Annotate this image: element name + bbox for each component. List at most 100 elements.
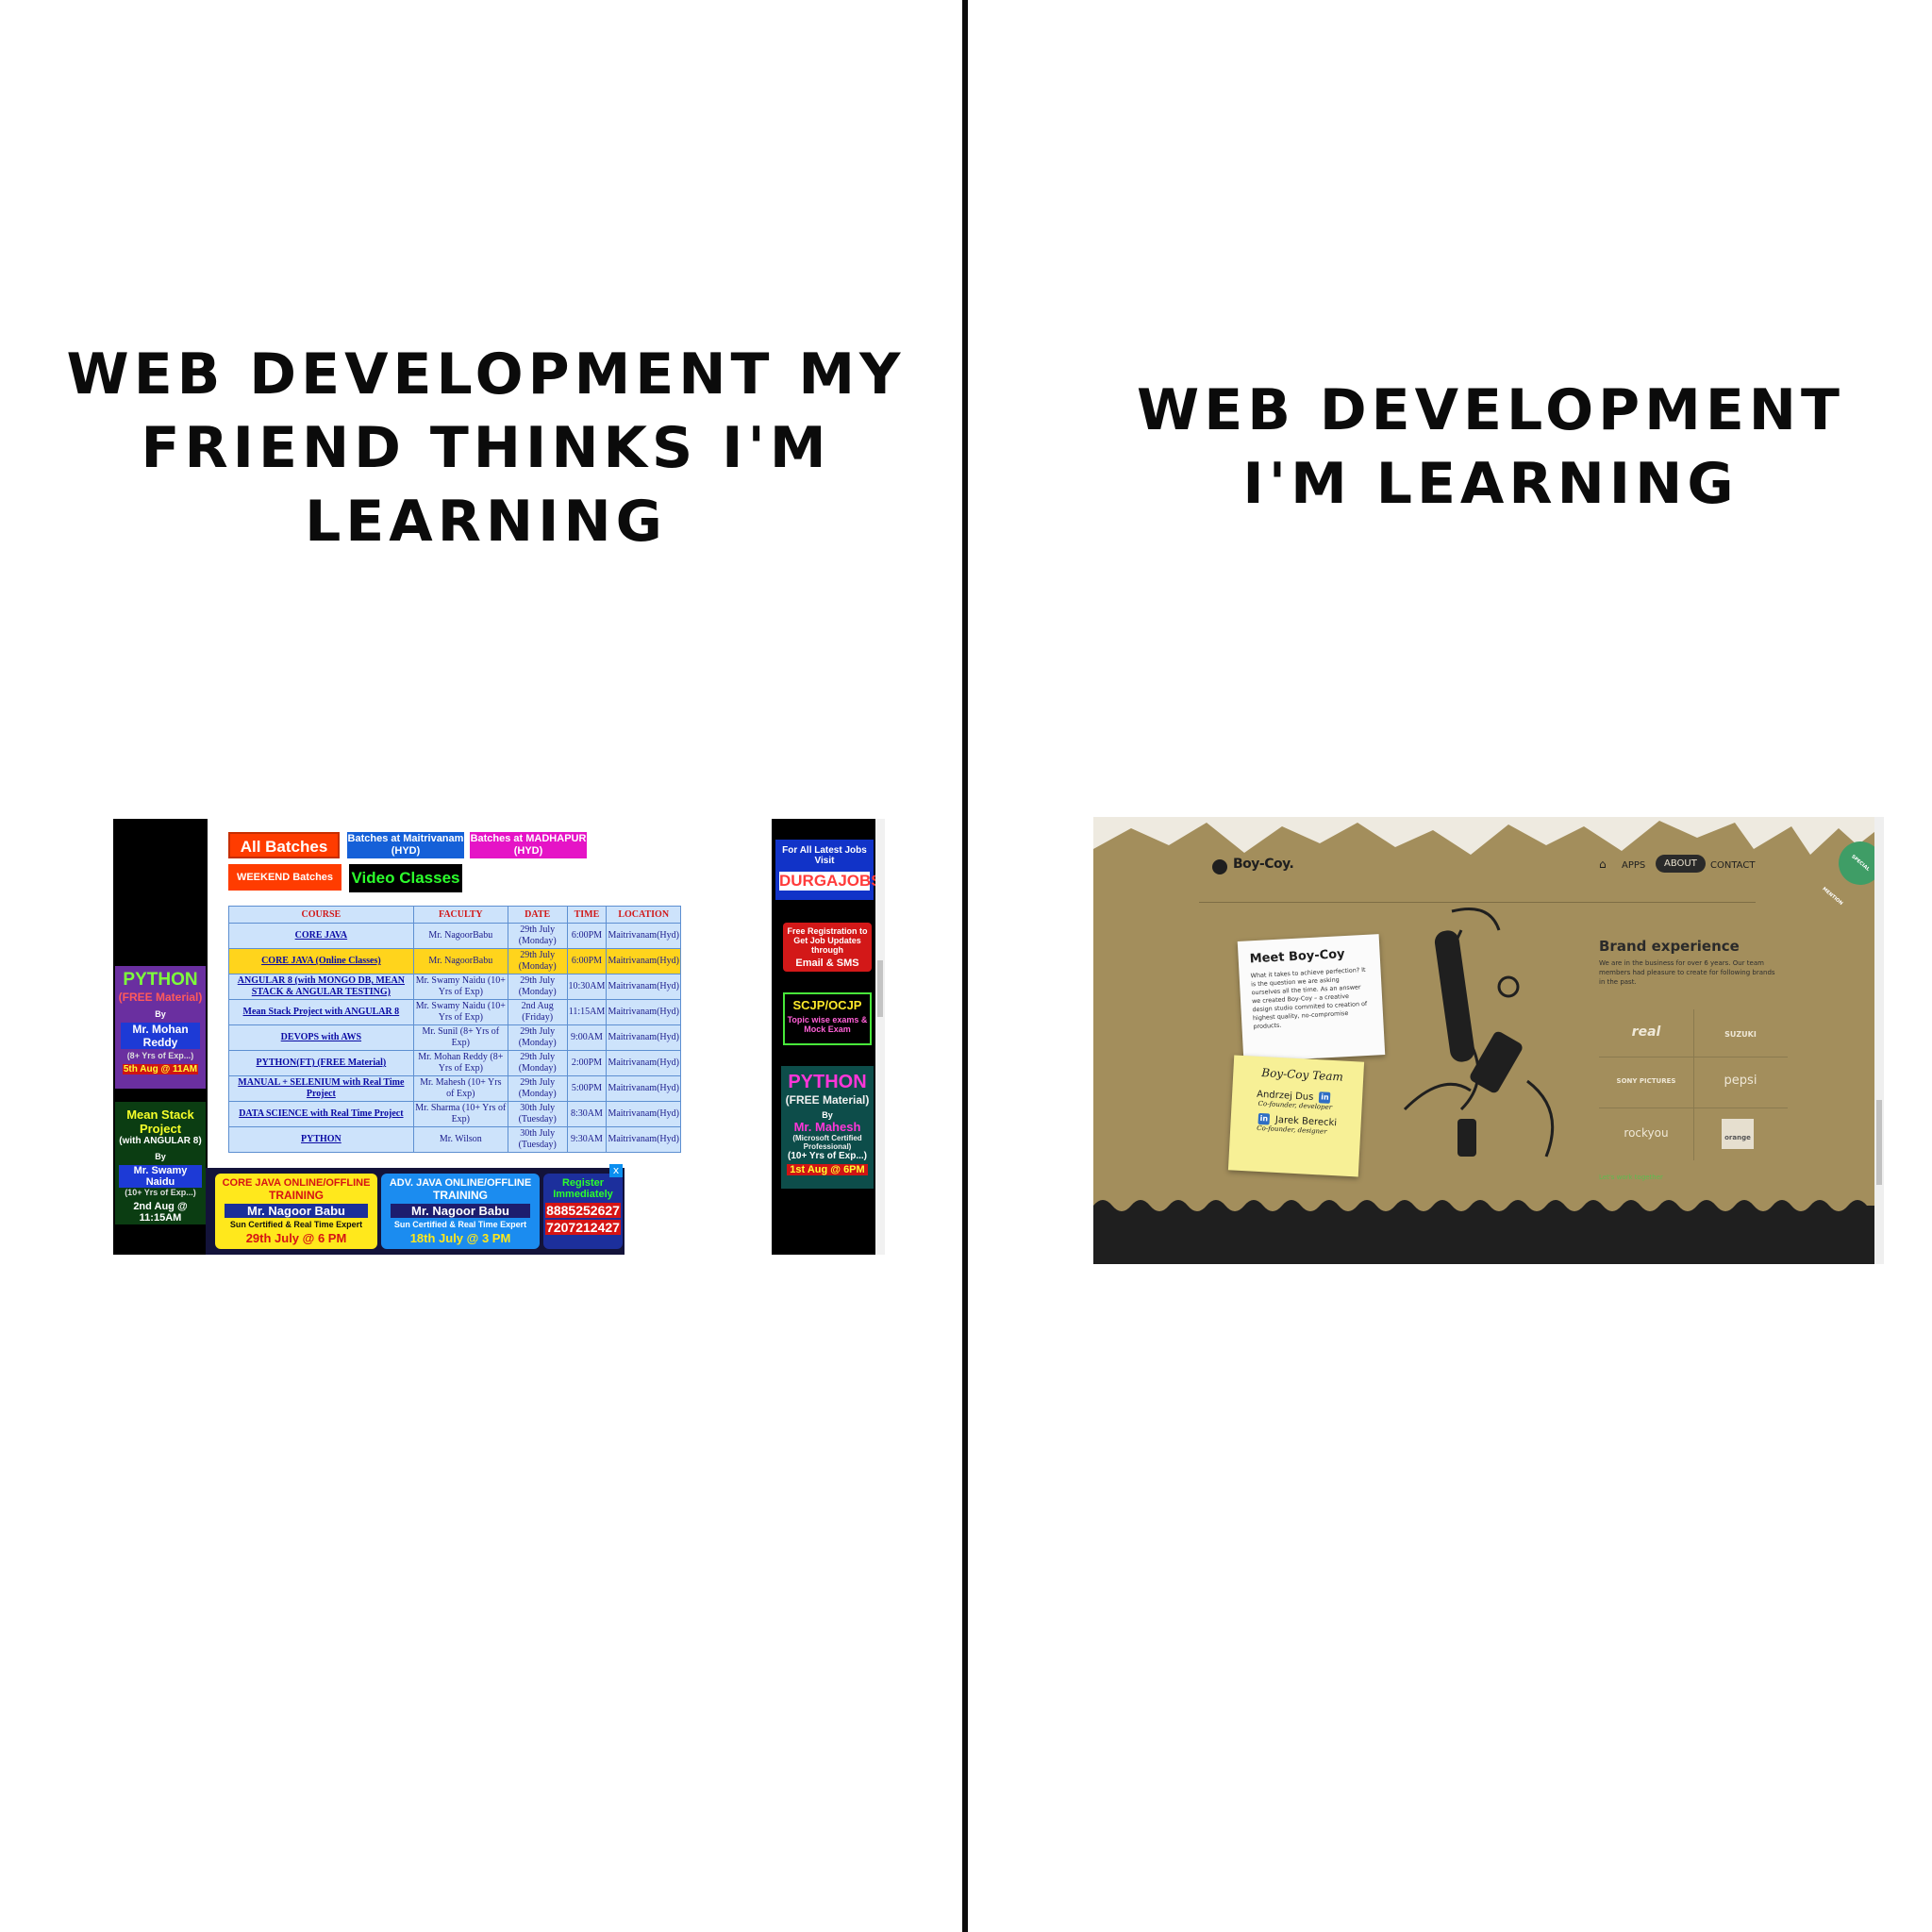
ad-subtitle: (FREE Material)	[118, 991, 203, 1004]
ad-cert: (Microsoft Certified Professional)	[792, 1134, 862, 1151]
video-classes-button[interactable]: Video Classes	[349, 864, 462, 892]
table-row: ANGULAR 8 (with MONGO DB, MEAN STACK & A…	[228, 974, 681, 1000]
course-schedule-table: COURSE FACULTY DATE TIME LOCATION CORE J…	[228, 906, 681, 1153]
ad-text: CORE JAVA ONLINE/OFFLINE	[222, 1177, 371, 1189]
ad-by: By	[155, 1009, 166, 1019]
ad-by: By	[822, 1110, 833, 1120]
ad-title: Mean Stack Project	[126, 1108, 194, 1136]
ad-link: DURGAJOBS.COM	[779, 872, 885, 891]
ad-note: Sun Certified & Real Time Expert	[393, 1220, 527, 1229]
scjp-ad[interactable]: SCJP/OCJP Topic wise exams & Mock Exam	[783, 992, 872, 1045]
table-cell[interactable]: PYTHON(FT) (FREE Material)	[228, 1050, 414, 1076]
ad-by: By	[155, 1152, 166, 1161]
table-cell: 29th July (Monday)	[507, 1024, 568, 1051]
linkedin-icon[interactable]: in	[1319, 1091, 1331, 1104]
mean-stack-ad[interactable]: Mean Stack Project (with ANGULAR 8) By M…	[115, 1102, 206, 1224]
table-cell: 2:00PM	[566, 1050, 608, 1076]
dark-footer-band	[1093, 1211, 1874, 1264]
ad-experience: (8+ Yrs of Exp...)	[126, 1051, 194, 1060]
ad-date: 1st Aug @ 6PM	[787, 1164, 868, 1175]
table-cell[interactable]: MANUAL + SELENIUM with Real Time Project	[228, 1075, 414, 1102]
boy-coy-logo-icon[interactable]	[1210, 858, 1229, 875]
brand-logo-pepsi: pepsi	[1724, 1074, 1757, 1088]
table-row: DATA SCIENCE with Real Time Project Mr. S…	[228, 1101, 681, 1127]
table-cell: 29th July (Monday)	[507, 1075, 568, 1102]
all-batches-button[interactable]: All Batches	[228, 832, 340, 858]
durgajobs-ad[interactable]: For All Latest Jobs Visit DURGAJOBS.COM	[775, 840, 885, 900]
table-cell: 8:30AM	[566, 1101, 608, 1127]
ad-text: TRAINING	[433, 1189, 488, 1202]
table-cell[interactable]: CORE JAVA	[228, 923, 414, 949]
left-scrollbar[interactable]	[875, 819, 885, 1255]
ad-instructor: Mr. Nagoor Babu	[225, 1204, 368, 1218]
nav-apps[interactable]: APPS	[1622, 860, 1645, 871]
team-sticky-note: Boy-Coy Team Andrzej Dus in Co-founder, …	[1227, 1055, 1365, 1177]
core-java-ad[interactable]: CORE JAVA ONLINE/OFFLINE TRAINING Mr. Na…	[215, 1174, 377, 1249]
table-row: PYTHON(FT) (FREE Material) Mr. Mohan Redd…	[228, 1050, 681, 1076]
ad-text: Topic wise exams & Mock Exam	[787, 1015, 868, 1034]
adv-java-ad[interactable]: ADV. JAVA ONLINE/OFFLINE TRAINING Mr. Na…	[381, 1174, 540, 1249]
table-cell: Maitrivanam(Hyd)	[606, 1024, 681, 1051]
python-ad-left[interactable]: PYTHON (FREE Material) By Mr. Mohan Redd…	[115, 966, 206, 1089]
ad-text: TRAINING	[269, 1189, 324, 1202]
table-cell: 2nd Aug (Friday)	[507, 999, 568, 1025]
col-header: LOCATION	[606, 906, 681, 924]
table-cell: Maitrivanam(Hyd)	[606, 999, 681, 1025]
table-cell: Mr. Swamy Naidu (10+ Yrs of Exp)	[412, 974, 508, 1000]
linkedin-icon[interactable]: in	[1257, 1112, 1271, 1125]
nav-about[interactable]: ABOUT	[1656, 855, 1706, 873]
right-screenshot: Boy-Coy. ⌂ APPS ABOUT CONTACT Meet Boy-C…	[1093, 817, 1884, 1264]
grid-line	[1599, 1057, 1788, 1058]
table-row: PYTHON Mr. Wilson 30th July (Tuesday) 9:30A…	[228, 1126, 681, 1153]
table-cell: Maitrivanam(Hyd)	[606, 1101, 681, 1127]
table-cell[interactable]: ANGULAR 8 (with MONGO DB, MEAN STACK & A…	[228, 974, 414, 1000]
table-cell: Mr. NagoorBabu	[412, 948, 508, 974]
table-row: CORE JAVA Mr. NagoorBabu 29th July (Monday…	[228, 923, 681, 949]
table-cell[interactable]: DEVOPS with AWS	[228, 1024, 414, 1051]
brand-logo-real: real	[1631, 1024, 1661, 1040]
left-screenshot: PYTHON (FREE Material) By Mr. Mohan Redd…	[113, 819, 885, 1255]
ad-experience: (10+ Yrs of Exp...)	[125, 1188, 196, 1197]
phone-number: 8885252627	[545, 1203, 621, 1218]
python-ad-right[interactable]: PYTHON (FREE Material) By Mr. Mahesh (Mi…	[781, 1066, 874, 1189]
registration-ad[interactable]: Free Registration to Get Job Updates thr…	[783, 923, 872, 972]
brand-logo-suzuki: SUZUKI	[1724, 1030, 1757, 1039]
col-header: TIME	[566, 906, 608, 924]
bottom-banner-ad[interactable]: CORE JAVA ONLINE/OFFLINE TRAINING Mr. Na…	[206, 1168, 625, 1255]
ad-date: 5th Aug @ 11AM	[123, 1064, 198, 1074]
right-caption: WEB DEVELOPMENT I'M LEARNING	[1137, 377, 1844, 517]
brand-body: We are in the business for over 6 years.…	[1599, 959, 1775, 986]
register-ad[interactable]: Register Immediately 8885252627 72072124…	[543, 1174, 623, 1249]
table-cell[interactable]: Mean Stack Project with ANGULAR 8	[228, 999, 414, 1025]
ad-instructor: Mr. Nagoor Babu	[391, 1204, 530, 1218]
weekend-batches-button[interactable]: WEEKEND Batches	[228, 864, 341, 891]
table-cell[interactable]: PYTHON	[228, 1126, 414, 1153]
table-cell: 6:00PM	[566, 948, 608, 974]
ad-text: Register Immediately	[553, 1177, 613, 1200]
table-cell: Maitrivanam(Hyd)	[606, 974, 681, 1000]
table-cell[interactable]: DATA SCIENCE with Real Time Project	[228, 1101, 414, 1127]
table-cell: 29th July (Monday)	[507, 948, 568, 974]
table-cell: Mr. Sharma (10+ Yrs of Exp)	[412, 1101, 508, 1127]
ad-text: Free Registration to Get Job Updates thr…	[787, 926, 868, 955]
table-cell: Maitrivanam(Hyd)	[606, 1126, 681, 1153]
table-cell[interactable]: CORE JAVA (Online Classes)	[228, 948, 414, 974]
maitrivanam-batches-button[interactable]: Batches at Maitrivanam (HYD)	[347, 832, 464, 858]
table-cell: 9:30AM	[566, 1126, 608, 1153]
home-icon[interactable]: ⌂	[1599, 858, 1607, 871]
panel-divider	[962, 0, 968, 1932]
col-header: FACULTY	[412, 906, 508, 924]
scrollbar-thumb[interactable]	[877, 960, 883, 1017]
madhapur-batches-button[interactable]: Batches at MADHAPUR (HYD)	[470, 832, 587, 858]
table-cell: 30th July (Tuesday)	[507, 1126, 568, 1153]
scrollbar-thumb[interactable]	[1876, 1100, 1882, 1185]
note-title: Meet Boy-Coy	[1249, 947, 1345, 967]
work-together-link[interactable]: Let's work together	[1599, 1174, 1663, 1181]
site-logo[interactable]: Boy-Coy.	[1233, 857, 1294, 872]
table-cell: Mr. Mahesh (10+ Yrs of Exp)	[412, 1075, 508, 1102]
nav-contact[interactable]: CONTACT	[1710, 860, 1755, 871]
table-cell: Mr. NagoorBabu	[412, 923, 508, 949]
right-scrollbar[interactable]	[1874, 817, 1884, 1264]
table-cell: Mr. Sunil (8+ Yrs of Exp)	[412, 1024, 508, 1051]
close-ad-icon[interactable]: x	[609, 1164, 623, 1177]
